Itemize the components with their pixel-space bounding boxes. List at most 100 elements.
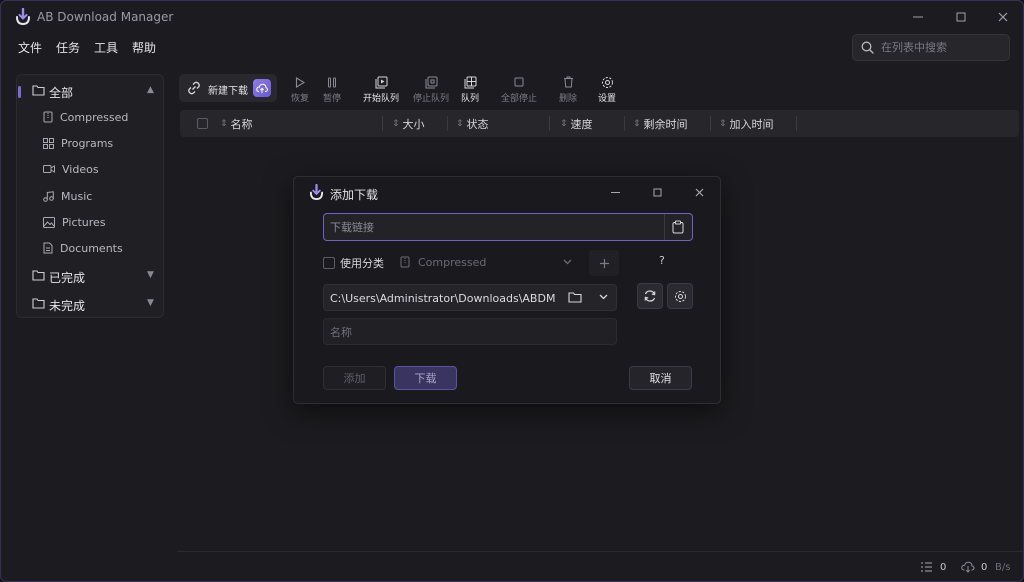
menu-file[interactable]: 文件 xyxy=(13,37,47,59)
queue-label: 队列 xyxy=(461,94,480,104)
queue-button[interactable]: 队列 xyxy=(461,74,479,104)
column-added[interactable]: ⇕ 加入时间 xyxy=(719,116,774,132)
save-path-input[interactable] xyxy=(330,290,560,306)
active-indicator xyxy=(18,86,21,98)
close-button[interactable] xyxy=(988,7,1018,27)
column-size[interactable]: ⇕ 大小 xyxy=(392,116,425,132)
sidebar-item-label: Documents xyxy=(60,241,123,255)
chevron-down-icon xyxy=(563,259,572,265)
column-name[interactable]: ⇕ 名称 xyxy=(220,116,253,132)
download-table-header: ⇕ 名称 ⇕ 大小 ⇕ 状态 ⇕ 速度 ⇕ 剩余时间 ⇕ 加入时间 xyxy=(180,110,1019,137)
chevron-down-icon[interactable]: ▼ xyxy=(147,298,154,308)
sidebar-item-label: Videos xyxy=(62,162,99,176)
stop-all-button[interactable]: 全部停止 xyxy=(501,74,537,104)
column-divider[interactable] xyxy=(796,116,797,131)
pause-button[interactable]: 暂停 xyxy=(323,74,341,104)
use-category-label: 使用分类 xyxy=(340,257,384,270)
sidebar-item-compressed[interactable]: Compressed xyxy=(43,107,128,127)
download-settings-button[interactable] xyxy=(667,283,693,309)
stop-icon xyxy=(514,77,524,87)
column-divider[interactable] xyxy=(447,116,448,131)
file-name-field[interactable] xyxy=(323,318,617,345)
search-input[interactable] xyxy=(881,41,1001,54)
dialog-minimize-button[interactable] xyxy=(604,183,626,201)
folder-browse-icon[interactable] xyxy=(568,291,582,303)
url-divider xyxy=(664,214,665,240)
column-divider[interactable] xyxy=(710,116,711,131)
sidebar-item-pictures[interactable]: Pictures xyxy=(43,212,106,232)
folder-icon xyxy=(32,85,45,96)
chevron-down-icon[interactable] xyxy=(598,291,609,302)
menu-tools[interactable]: 工具 xyxy=(89,37,123,59)
paste-clipboard-icon[interactable] xyxy=(672,220,684,234)
sidebar-item-unfinished[interactable]: 未完成 ▼ xyxy=(17,292,165,316)
save-path-field[interactable] xyxy=(323,284,617,311)
plus-icon xyxy=(599,258,609,268)
dialog-maximize-button[interactable] xyxy=(646,183,668,201)
column-divider[interactable] xyxy=(624,116,625,131)
settings-button[interactable]: 设置 xyxy=(598,74,616,104)
app-logo-icon xyxy=(309,184,324,201)
music-icon xyxy=(43,190,54,202)
menu-tasks[interactable]: 任务 xyxy=(51,37,85,59)
dialog-close-button[interactable] xyxy=(688,183,710,201)
sidebar-item-documents[interactable]: Documents xyxy=(43,238,123,258)
sort-icon: ⇕ xyxy=(719,119,727,129)
menu-help[interactable]: 帮助 xyxy=(127,37,161,59)
help-button[interactable]: ? xyxy=(659,254,665,267)
gear-icon xyxy=(674,290,686,302)
search-box[interactable] xyxy=(852,34,1010,61)
download-button[interactable]: 下载 xyxy=(394,366,457,390)
resume-label: 恢复 xyxy=(291,94,310,104)
stop-queue-button[interactable]: 停止队列 xyxy=(413,74,449,104)
maximize-icon xyxy=(653,188,661,196)
video-icon xyxy=(43,165,55,173)
url-field[interactable] xyxy=(323,213,693,241)
column-remaining[interactable]: ⇕ 剩余时间 xyxy=(633,116,688,132)
use-category-checkbox[interactable]: 使用分类 xyxy=(323,255,384,271)
maximize-button[interactable] xyxy=(946,7,976,27)
sort-icon: ⇕ xyxy=(633,119,641,129)
column-speed[interactable]: ⇕ 速度 xyxy=(560,116,593,132)
chevron-up-icon[interactable]: ▲ xyxy=(147,85,154,95)
select-all-checkbox[interactable] xyxy=(197,118,208,129)
start-queue-button[interactable]: 开始队列 xyxy=(363,74,399,104)
refresh-button[interactable] xyxy=(637,283,663,309)
sidebar-item-finished[interactable]: 已完成 ▼ xyxy=(17,264,165,288)
cancel-button[interactable]: 取消 xyxy=(629,366,692,390)
link-icon xyxy=(188,81,200,95)
search-icon xyxy=(861,41,874,54)
category-sidebar: 全部 ▲ Compressed Programs Videos Music Pi… xyxy=(16,74,164,318)
resume-button[interactable]: 恢复 xyxy=(291,74,309,104)
new-download-button[interactable]: 新建下载 xyxy=(179,74,277,102)
trash-icon xyxy=(563,76,573,88)
sidebar-item-videos[interactable]: Videos xyxy=(43,159,99,179)
sidebar-item-programs[interactable]: Programs xyxy=(43,133,113,153)
category-value: Compressed xyxy=(418,256,487,269)
add-category-button[interactable] xyxy=(589,250,619,276)
cloud-upload-icon[interactable] xyxy=(253,79,271,97)
category-select[interactable]: Compressed xyxy=(396,250,581,276)
status-bar: 0 0 B/s xyxy=(177,551,1023,581)
archive-icon xyxy=(43,111,53,123)
gear-icon xyxy=(601,76,613,88)
document-icon xyxy=(43,242,53,254)
minimize-button[interactable] xyxy=(903,7,933,27)
delete-button[interactable]: 删除 xyxy=(559,74,577,104)
column-status[interactable]: ⇕ 状态 xyxy=(456,116,489,132)
checkbox-box[interactable] xyxy=(323,257,335,269)
minimize-icon xyxy=(913,16,923,18)
add-button[interactable]: 添加 xyxy=(323,366,386,390)
sidebar-item-label: 全部 xyxy=(49,86,74,100)
column-divider[interactable] xyxy=(549,116,550,131)
sort-icon: ⇕ xyxy=(392,119,400,129)
folder-icon xyxy=(32,270,45,281)
sidebar-item-all[interactable]: 全部 ▲ xyxy=(17,79,165,103)
settings-label: 设置 xyxy=(598,94,617,104)
url-input[interactable] xyxy=(330,219,660,235)
column-divider[interactable] xyxy=(382,116,383,131)
sidebar-item-music[interactable]: Music xyxy=(43,186,92,206)
chevron-down-icon[interactable]: ▼ xyxy=(147,270,154,280)
file-name-input[interactable] xyxy=(330,324,600,340)
pause-icon xyxy=(328,77,336,87)
